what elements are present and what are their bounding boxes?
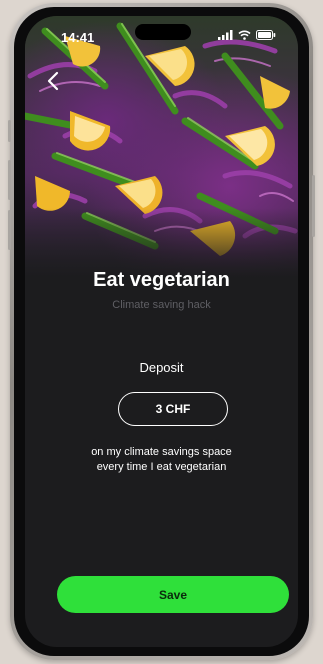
deposit-description-line-1: on my climate savings space — [91, 446, 232, 458]
battery-icon — [256, 30, 276, 40]
status-time: 14:41 — [61, 30, 95, 45]
app-screen: 14:41 Eat vegetarian Climate saving hack… — [25, 16, 298, 647]
page-title: Eat vegetarian — [93, 269, 230, 291]
save-button[interactable]: Save — [57, 576, 289, 613]
phone-volume-up-button — [8, 160, 11, 200]
phone-power-button — [312, 175, 315, 237]
deposit-label: Deposit — [139, 360, 184, 375]
back-chevron-icon — [47, 71, 59, 91]
phone-volume-down-button — [8, 210, 11, 250]
deposit-description: on my climate savings space every time I… — [25, 445, 298, 475]
deposit-amount-value: 3 CHF — [155, 402, 191, 416]
signal-icon — [218, 30, 233, 40]
phone-side-button — [8, 120, 11, 142]
dynamic-island — [135, 24, 191, 40]
main-content: Eat vegetarian Climate saving hack Depos… — [25, 16, 298, 647]
save-button-label: Save — [158, 587, 188, 602]
back-button[interactable] — [45, 70, 63, 92]
wifi-icon — [238, 30, 251, 40]
status-icons — [218, 30, 276, 40]
page-subtitle: Climate saving hack — [112, 299, 211, 311]
deposit-description-line-2: every time I eat vegetarian — [96, 461, 227, 473]
status-bar: 14:41 — [25, 16, 298, 62]
deposit-amount-button[interactable]: 3 CHF — [118, 392, 228, 426]
